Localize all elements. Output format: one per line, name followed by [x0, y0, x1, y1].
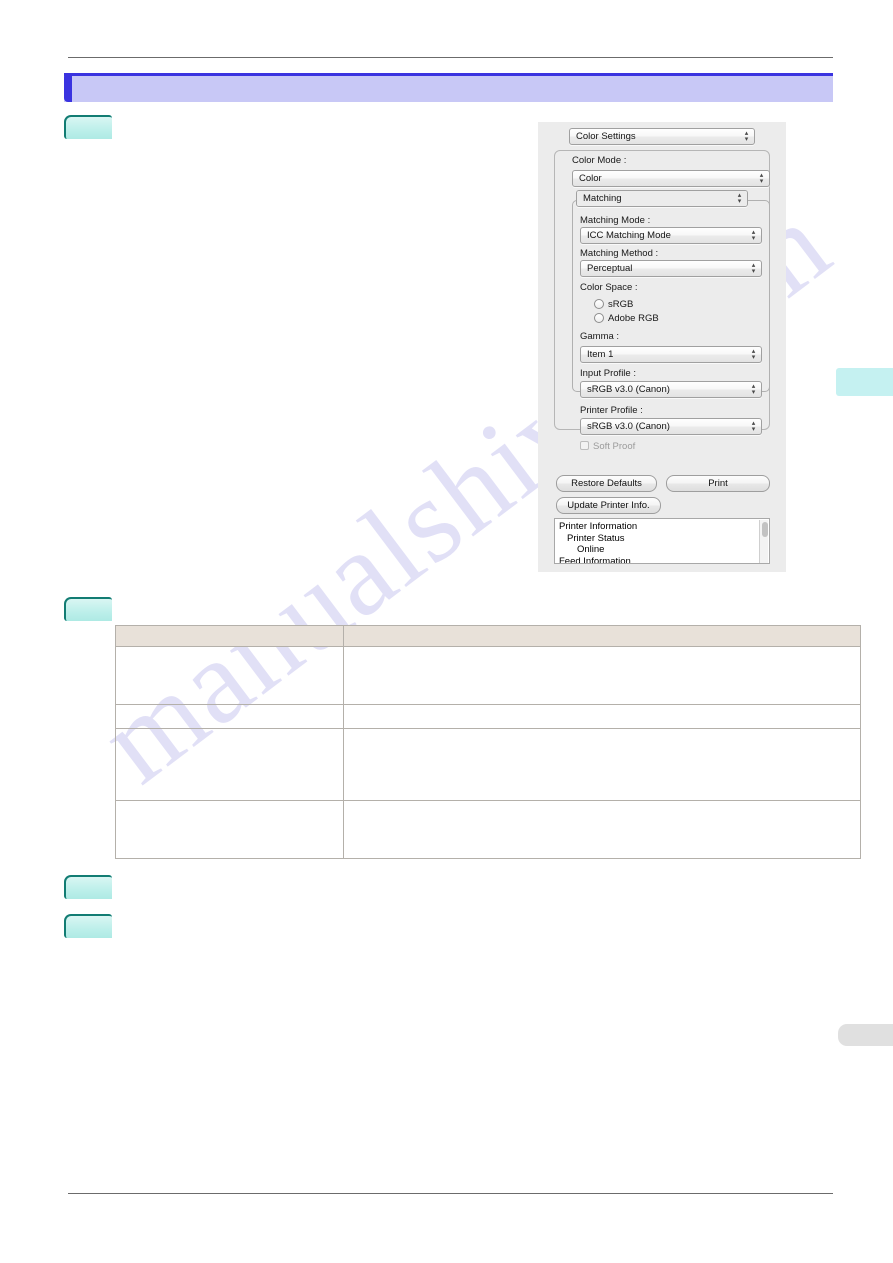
edge-tab-gray[interactable] — [838, 1024, 893, 1046]
matching-group-value: Matching — [583, 193, 622, 204]
section-banner — [64, 73, 833, 102]
table-cell-desc — [343, 646, 861, 705]
step-marker-4 — [64, 914, 112, 938]
header-divider — [68, 57, 833, 58]
updown-arrows-icon — [750, 349, 757, 361]
printer-information-panel[interactable]: Printer Information Printer Status Onlin… — [554, 518, 770, 564]
radio-srgb[interactable]: sRGB — [594, 299, 633, 311]
color-space-label: Color Space : — [580, 282, 638, 293]
radio-adobe-rgb-label: Adobe RGB — [608, 313, 659, 324]
specification-table — [115, 625, 861, 859]
gamma-value: Item 1 — [587, 349, 614, 360]
matching-mode-value: ICC Matching Mode — [587, 230, 671, 241]
step-marker-3 — [64, 875, 112, 899]
soft-proof-label: Soft Proof — [593, 441, 636, 452]
table-cell-name — [115, 728, 344, 801]
print-button[interactable]: Print — [666, 475, 770, 492]
input-profile-value: sRGB v3.0 (Canon) — [587, 384, 670, 395]
scrollbar-thumb[interactable] — [761, 522, 768, 537]
updown-arrows-icon — [750, 230, 757, 242]
printer-info-scrollbar[interactable] — [759, 520, 768, 563]
printer-profile-label: Printer Profile : — [580, 405, 643, 416]
table-header-cell-2 — [343, 625, 861, 647]
matching-mode-popup[interactable]: ICC Matching Mode — [580, 227, 762, 244]
footer-divider — [68, 1193, 833, 1194]
soft-proof-checkbox[interactable]: Soft Proof — [580, 441, 635, 453]
restore-defaults-button[interactable]: Restore Defaults — [556, 475, 657, 492]
matching-group-popup[interactable]: Matching — [576, 190, 748, 207]
printer-info-line-3: Online — [577, 544, 605, 555]
matching-method-label: Matching Method : — [580, 248, 659, 259]
table-body — [115, 646, 861, 859]
radio-dot-icon — [594, 299, 604, 309]
pane-selector-popup[interactable]: Color Settings — [569, 128, 755, 145]
gamma-popup[interactable]: Item 1 — [580, 346, 762, 363]
checkbox-icon — [580, 441, 589, 450]
color-mode-label: Color Mode : — [572, 155, 627, 166]
printer-info-line-2: Printer Status — [567, 532, 625, 544]
table-cell-name — [115, 704, 344, 729]
color-mode-popup[interactable]: Color — [572, 170, 770, 187]
table-header-cell-1 — [115, 625, 344, 647]
printer-info-line-1: Printer Information — [559, 521, 638, 532]
matching-method-popup[interactable]: Perceptual — [580, 260, 762, 277]
table-cell-name — [115, 800, 344, 859]
table-row — [115, 646, 861, 705]
updown-arrows-icon — [758, 173, 765, 185]
print-dialog-color-settings: Color Settings Color Mode : Color Matchi… — [538, 122, 786, 572]
gamma-label: Gamma : — [580, 331, 620, 342]
radio-adobe-rgb[interactable]: Adobe RGB — [594, 313, 659, 325]
table-cell-desc — [343, 728, 861, 801]
edge-tab-cyan[interactable] — [836, 368, 893, 396]
table-header — [115, 625, 861, 647]
manual-page: manualshive.com Color Settings Color Mod… — [0, 0, 893, 1263]
matching-method-value: Perceptual — [587, 263, 633, 274]
step-marker-2 — [64, 597, 112, 621]
color-mode-value: Color — [579, 173, 602, 184]
printer-profile-value: sRGB v3.0 (Canon) — [587, 421, 670, 432]
matching-mode-label: Matching Mode : — [580, 215, 651, 226]
input-profile-label: Input Profile : — [580, 368, 636, 379]
table-cell-desc — [343, 704, 861, 729]
table-row — [115, 704, 861, 729]
radio-dot-icon — [594, 313, 604, 323]
table-row — [115, 728, 861, 801]
section-banner-edge — [64, 73, 72, 102]
input-profile-popup[interactable]: sRGB v3.0 (Canon) — [580, 381, 762, 398]
updown-arrows-icon — [750, 421, 757, 433]
table-cell-desc — [343, 800, 861, 859]
updown-arrows-icon — [750, 263, 757, 275]
updown-arrows-icon — [750, 384, 757, 396]
step-marker-1 — [64, 115, 112, 139]
updown-arrows-icon — [736, 193, 743, 205]
radio-srgb-label: sRGB — [608, 299, 634, 310]
table-cell-name — [115, 646, 344, 705]
printer-profile-popup[interactable]: sRGB v3.0 (Canon) — [580, 418, 762, 435]
printer-info-line-4: Feed Information — [559, 555, 631, 564]
update-printer-info-button[interactable]: Update Printer Info. — [556, 497, 661, 514]
pane-selector-value: Color Settings — [576, 131, 636, 142]
updown-arrows-icon — [743, 131, 750, 143]
table-header-row — [115, 625, 861, 647]
table-row — [115, 800, 861, 859]
